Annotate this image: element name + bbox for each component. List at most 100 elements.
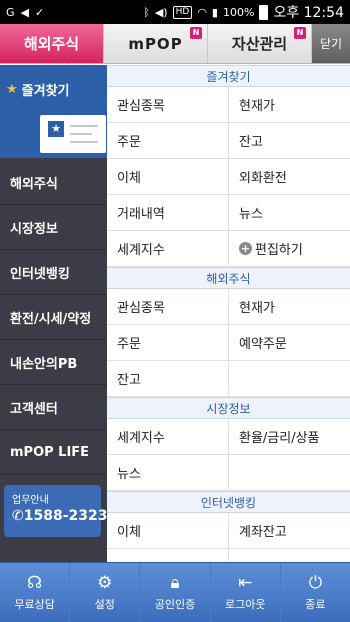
top-tabs: 해외주식 mPOP N 자산관리 N 닫기 xyxy=(0,24,350,64)
bottom-label: 로그아웃 xyxy=(224,597,266,611)
menu-row: 뉴스 xyxy=(107,455,350,491)
exit-button[interactable]: ⏻ 종료 xyxy=(281,563,350,622)
menu-item[interactable] xyxy=(228,549,349,562)
tab-label: 해외주식 xyxy=(23,35,80,53)
sidebar-item-label: 해외주식 xyxy=(10,176,58,192)
sidebar-item-overseas-stocks[interactable]: 해외주식 xyxy=(0,160,107,205)
close-button[interactable]: 닫기 xyxy=(312,24,350,63)
sidebar-item-label: 고객센터 xyxy=(10,401,58,417)
menu-row: 세계지수 환율/금리/상품 xyxy=(107,419,350,455)
menu-item[interactable]: 주문 xyxy=(107,123,228,158)
sidebar-item-internet-banking[interactable]: 인터넷뱅킹 xyxy=(0,250,107,295)
menu-item[interactable]: 뉴스 xyxy=(228,195,349,230)
headset-icon: ☊ xyxy=(27,572,43,593)
sidebar-item-exchange[interactable]: 환전/시세/약정 xyxy=(0,295,107,340)
mpop-logo: mPOP xyxy=(128,34,183,53)
certificate-button[interactable]: 🔒︎ 공인인증 xyxy=(140,563,211,622)
edit-favorites-button[interactable]: + 편집하기 xyxy=(228,231,349,266)
menu-item[interactable]: 관심종목 xyxy=(107,289,228,324)
menu-item[interactable] xyxy=(107,549,228,562)
menu-item[interactable]: 뉴스 xyxy=(107,455,228,490)
menu-row: 세계지수 + 편집하기 xyxy=(107,231,350,267)
new-badge: N xyxy=(190,27,202,39)
support-call-button[interactable]: 업무안내 ✆1588-2323 xyxy=(4,485,107,537)
menu-item[interactable]: 관심종목 xyxy=(107,87,228,122)
menu-item[interactable]: 현재가 xyxy=(228,289,349,324)
free-consult-button[interactable]: ☊ 무료상담 xyxy=(0,563,71,622)
sidebar-item-label: 환전/시세/약정 xyxy=(10,311,92,327)
menu-item[interactable]: 이체 xyxy=(107,513,228,548)
menu-item[interactable]: 환율/금리/상품 xyxy=(228,419,349,454)
bottom-label: 종료 xyxy=(305,597,326,611)
menu-panel: 즐겨찾기 관심종목 현재가 주문 잔고 이체 외화환전 거래내역 뉴스 세계지수… xyxy=(107,65,350,562)
logout-icon: ⇤ xyxy=(238,572,253,593)
sidebar-item-pb[interactable]: 내손안의PB xyxy=(0,340,107,385)
menu-row: 이체 계좌잔고 xyxy=(107,513,350,549)
clock: 오후 12:54 xyxy=(273,5,344,21)
menu-item[interactable]: 세계지수 xyxy=(107,231,228,266)
menu-row: 관심종목 현재가 xyxy=(107,289,350,325)
settings-button[interactable]: ⚙ 설정 xyxy=(70,563,141,622)
menu-item[interactable]: 거래내역 xyxy=(107,195,228,230)
support-label: 업무안내 xyxy=(12,495,49,506)
menu-item[interactable]: 외화환전 xyxy=(228,159,349,194)
menu-item[interactable]: 세계지수 xyxy=(107,419,228,454)
bottom-bar: ☊ 무료상담 ⚙ 설정 🔒︎ 공인인증 ⇤ 로그아웃 ⏻ 종료 xyxy=(0,562,350,622)
star-list-icon: ★ xyxy=(6,82,18,97)
sidebar-item-label: 시장정보 xyxy=(10,221,58,237)
menu-item[interactable]: 현재가 xyxy=(228,87,349,122)
bookmark-card-icon: ★ xyxy=(40,115,106,153)
menu-item-empty xyxy=(228,455,349,490)
bottom-label: 무료상담 xyxy=(14,597,55,611)
bottom-label: 설정 xyxy=(94,597,115,611)
phone-icon: ✆ xyxy=(12,508,24,524)
menu-item[interactable]: 잔고 xyxy=(107,361,228,396)
support-phone: 1588-2323 xyxy=(23,508,108,524)
sidebar-item-label: mPOP LIFE xyxy=(10,444,90,460)
menu-item[interactable]: 예약주문 xyxy=(228,325,349,360)
gear-icon: ⚙ xyxy=(97,572,113,593)
menu-row: 거래내역 뉴스 xyxy=(107,195,350,231)
menu-item[interactable]: 계좌잔고 xyxy=(228,513,349,548)
section-header: 해외주식 xyxy=(107,267,350,289)
sidebar: ★ 즐겨찾기 ★ 해외주식 시장정보 인터넷뱅킹 환전/시세/약정 내손안의PB… xyxy=(0,65,107,562)
menu-row: 관심종목 현재가 xyxy=(107,87,350,123)
section-header: 즐겨찾기 xyxy=(107,65,350,87)
sidebar-item-mpop-life[interactable]: mPOP LIFE xyxy=(0,430,107,475)
volume-icon: ◀) xyxy=(154,5,168,19)
menu-item[interactable]: 주문 xyxy=(107,325,228,360)
lock-icon: 🔒︎ xyxy=(170,572,180,593)
app-icon: G xyxy=(6,5,15,19)
edit-label: 편집하기 xyxy=(255,243,303,258)
sidebar-item-label: 인터넷뱅킹 xyxy=(10,266,70,282)
status-bar: G ◀ ✓ ᛒ ◀) HD ◠ ▮ 100% 오후 12:54 xyxy=(0,0,350,24)
sidebar-item-market-info[interactable]: 시장정보 xyxy=(0,205,107,250)
menu-row: 주문 잔고 xyxy=(107,123,350,159)
menu-item[interactable]: 잔고 xyxy=(228,123,349,158)
logout-button[interactable]: ⇤ 로그아웃 xyxy=(211,563,281,622)
close-label: 닫기 xyxy=(319,37,343,51)
battery-icon xyxy=(259,4,269,20)
new-badge: N xyxy=(294,27,306,39)
tab-overseas-stocks[interactable]: 해외주식 xyxy=(0,24,104,63)
menu-row xyxy=(107,549,350,562)
section-header: 시장정보 xyxy=(107,397,350,419)
power-icon: ⏻ xyxy=(308,572,323,593)
bluetooth-icon: ᛒ xyxy=(143,5,150,19)
sidebar-item-favorites[interactable]: ★ 즐겨찾기 ★ xyxy=(0,65,107,158)
notification-icon: ✓ xyxy=(35,5,45,19)
sidebar-item-customer-center[interactable]: 고객센터 xyxy=(0,385,107,430)
menu-item-empty xyxy=(228,361,349,396)
sidebar-item-label: 내손안의PB xyxy=(10,356,78,372)
menu-row: 주문 예약주문 xyxy=(107,325,350,361)
tab-mpop[interactable]: mPOP N xyxy=(104,24,208,63)
battery-percent: 100% xyxy=(222,5,255,19)
bottom-label: 공인인증 xyxy=(154,597,196,611)
sidebar-item-label: 즐겨찾기 xyxy=(21,84,70,99)
back-icon: ◀ xyxy=(20,5,29,19)
plus-icon: + xyxy=(239,242,252,255)
tab-asset-management[interactable]: 자산관리 N xyxy=(208,24,312,63)
tab-label: 자산관리 xyxy=(231,35,288,53)
menu-item[interactable]: 이체 xyxy=(107,159,228,194)
menu-row: 이체 외화환전 xyxy=(107,159,350,195)
